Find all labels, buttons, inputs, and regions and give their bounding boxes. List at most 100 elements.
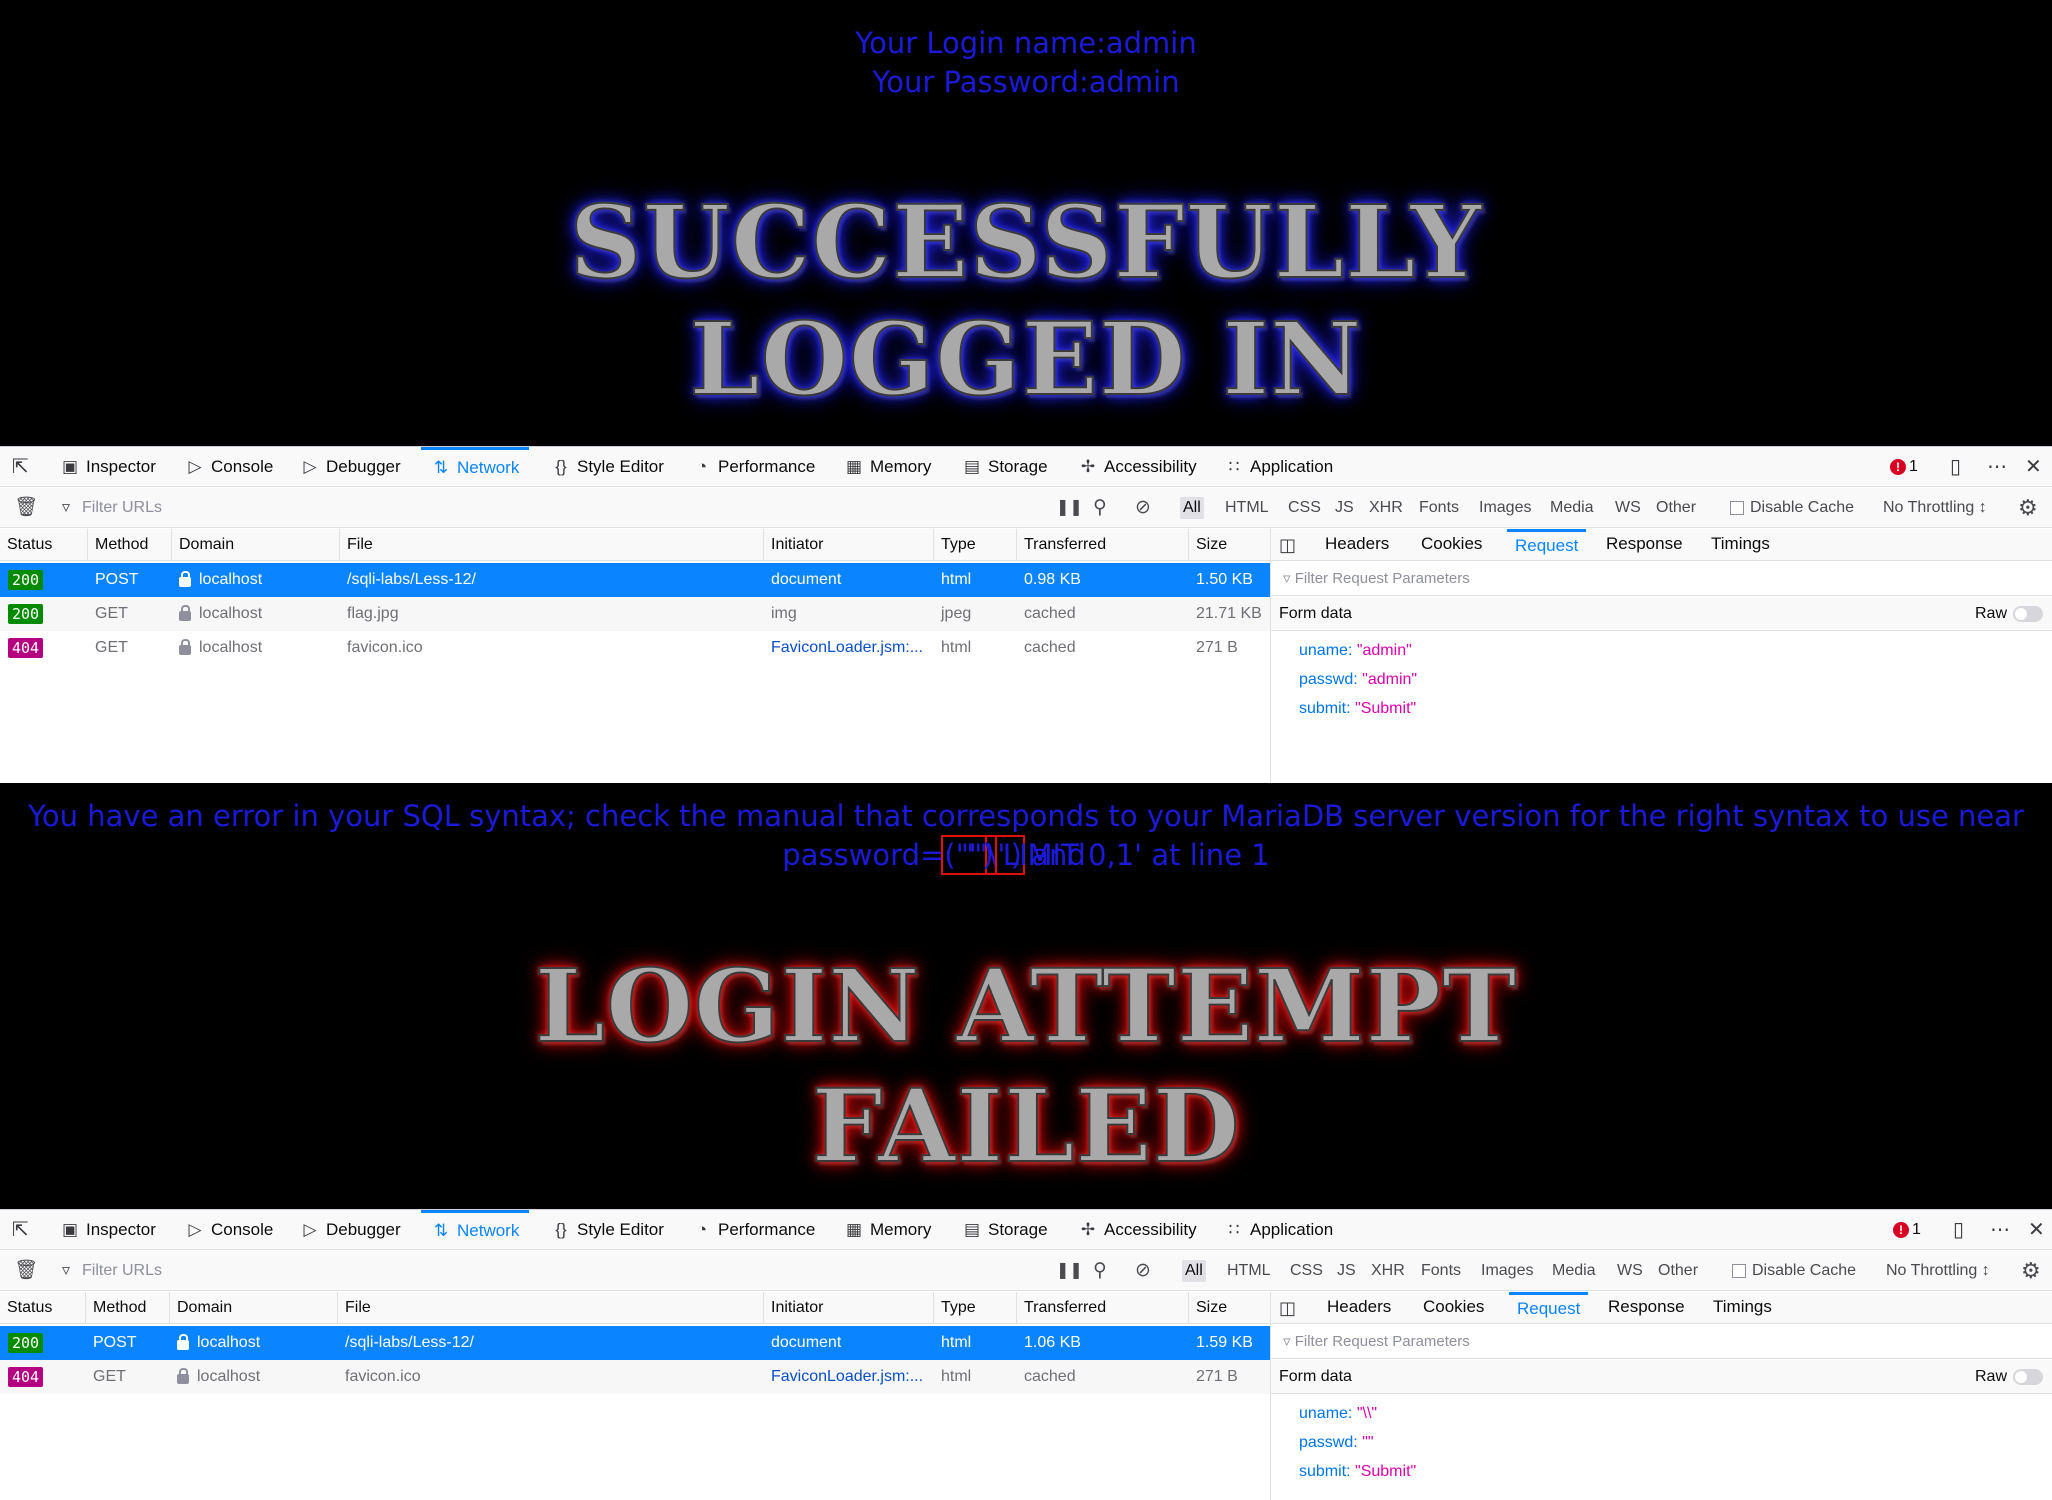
throttling-select[interactable]: No Throttling ↕ bbox=[1886, 1251, 1990, 1291]
filter-type-css[interactable]: CSS bbox=[1287, 1260, 1326, 1282]
filter-type-ws[interactable]: WS bbox=[1614, 1260, 1646, 1282]
filter-type-html[interactable]: HTML bbox=[1222, 497, 1272, 519]
pick-element-icon[interactable]: ⇱ bbox=[12, 1210, 29, 1250]
col-method[interactable]: Method bbox=[85, 1292, 169, 1324]
error-count[interactable]: ! 1 bbox=[1893, 1210, 1921, 1250]
filter-type-fonts[interactable]: Fonts bbox=[1416, 497, 1462, 519]
filter-type-images[interactable]: Images bbox=[1478, 1260, 1536, 1282]
tab-timings[interactable]: Timings bbox=[1711, 529, 1770, 561]
col-transferred[interactable]: Transferred bbox=[1016, 1292, 1188, 1324]
tab-response[interactable]: Response bbox=[1606, 529, 1683, 561]
col-initiator[interactable]: Initiator bbox=[763, 1292, 933, 1324]
tab-memory[interactable]: ▦ Memory bbox=[844, 447, 931, 487]
trash-icon[interactable]: 🗑 bbox=[14, 488, 38, 528]
filter-type-xhr[interactable]: XHR bbox=[1366, 497, 1406, 519]
filter-type-images[interactable]: Images bbox=[1476, 497, 1534, 519]
tab-cookies[interactable]: Cookies bbox=[1421, 529, 1482, 561]
more-icon[interactable]: ⋯ bbox=[1990, 1210, 2010, 1250]
throttling-select[interactable]: No Throttling ↕ bbox=[1883, 488, 1987, 528]
responsive-icon[interactable]: ▯ bbox=[1953, 1210, 1964, 1250]
tab-accessibility[interactable]: ✢ Accessibility bbox=[1078, 1210, 1197, 1250]
raw-toggle[interactable]: Raw bbox=[1975, 597, 2043, 631]
col-file[interactable]: File bbox=[337, 1292, 763, 1324]
col-size[interactable]: Size bbox=[1188, 1292, 1270, 1324]
tab-request[interactable]: Request bbox=[1509, 1292, 1589, 1324]
filter-params-input[interactable]: ▿ Filter Request Parameters bbox=[1271, 1325, 2052, 1359]
tab-inspector[interactable]: ▣ Inspector bbox=[60, 447, 156, 487]
tab-storage[interactable]: ▤ Storage bbox=[962, 447, 1048, 487]
initiator-cell[interactable]: FaviconLoader.jsm:... bbox=[763, 631, 933, 665]
col-transferred[interactable]: Transferred bbox=[1016, 529, 1188, 561]
tab-inspector[interactable]: ▣ Inspector bbox=[60, 1210, 156, 1250]
tab-performance[interactable]: ◔ Performance bbox=[692, 447, 815, 487]
initiator-cell[interactable]: FaviconLoader.jsm:... bbox=[763, 1360, 933, 1394]
panel-toggle-icon[interactable]: ◫ bbox=[1279, 1288, 1296, 1328]
filter-type-other[interactable]: Other bbox=[1653, 497, 1699, 519]
filter-type-all[interactable]: All bbox=[1182, 1260, 1206, 1282]
tab-storage[interactable]: ▤ Storage bbox=[962, 1210, 1048, 1250]
filter-type-other[interactable]: Other bbox=[1655, 1260, 1701, 1282]
col-type[interactable]: Type bbox=[933, 529, 1016, 561]
table-row[interactable]: 200 POST localhost /sqli-labs/Less-12/ d… bbox=[0, 563, 1270, 597]
filter-type-html[interactable]: HTML bbox=[1224, 1260, 1274, 1282]
tab-style-editor[interactable]: {} Style Editor bbox=[551, 447, 664, 487]
error-count[interactable]: ! 1 bbox=[1890, 447, 1918, 487]
trash-icon[interactable]: 🗑 bbox=[14, 1251, 38, 1291]
filter-type-xhr[interactable]: XHR bbox=[1368, 1260, 1408, 1282]
table-row[interactable]: 404 GET localhost favicon.ico FaviconLoa… bbox=[0, 1360, 1270, 1394]
search-icon[interactable]: ⚲ bbox=[1093, 488, 1107, 528]
filter-type-media[interactable]: Media bbox=[1547, 497, 1597, 519]
table-row[interactable]: 200 POST localhost /sqli-labs/Less-12/ d… bbox=[0, 1326, 1270, 1360]
tab-debugger[interactable]: ▷ Debugger bbox=[300, 447, 400, 487]
close-icon[interactable]: ✕ bbox=[2025, 447, 2042, 487]
settings-icon[interactable]: ⚙ bbox=[2018, 488, 2038, 528]
tab-headers[interactable]: Headers bbox=[1327, 1292, 1391, 1324]
col-initiator[interactable]: Initiator bbox=[763, 529, 933, 561]
disable-cache-checkbox[interactable]: Disable Cache bbox=[1732, 1251, 1856, 1291]
col-domain[interactable]: Domain bbox=[169, 1292, 337, 1324]
settings-icon[interactable]: ⚙ bbox=[2021, 1251, 2041, 1291]
col-size[interactable]: Size bbox=[1188, 529, 1270, 561]
col-file[interactable]: File bbox=[339, 529, 763, 561]
panel-toggle-icon[interactable]: ◫ bbox=[1279, 525, 1296, 565]
filter-urls-input[interactable]: Filter URLs bbox=[82, 1251, 1022, 1291]
tab-request[interactable]: Request bbox=[1507, 529, 1587, 561]
pause-icon[interactable]: ❚❚ bbox=[1056, 1251, 1083, 1291]
tab-style-editor[interactable]: {} Style Editor bbox=[551, 1210, 664, 1250]
tab-console[interactable]: ▷ Console bbox=[185, 447, 273, 487]
table-row[interactable]: 200 GET localhost flag.jpg img jpeg cach… bbox=[0, 597, 1270, 631]
filter-type-media[interactable]: Media bbox=[1549, 1260, 1599, 1282]
tab-response[interactable]: Response bbox=[1608, 1292, 1685, 1324]
tab-network[interactable]: ⇅ Network bbox=[421, 1210, 530, 1250]
close-icon[interactable]: ✕ bbox=[2028, 1210, 2045, 1250]
block-icon[interactable]: ⊘ bbox=[1135, 1251, 1151, 1291]
raw-toggle[interactable]: Raw bbox=[1975, 1360, 2043, 1394]
filter-type-js[interactable]: JS bbox=[1332, 497, 1357, 519]
filter-params-input[interactable]: ▿ Filter Request Parameters bbox=[1271, 562, 2052, 596]
table-row[interactable]: 404 GET localhost favicon.ico FaviconLoa… bbox=[0, 631, 1270, 665]
filter-type-all[interactable]: All bbox=[1180, 497, 1204, 519]
tab-debugger[interactable]: ▷ Debugger bbox=[300, 1210, 400, 1250]
tab-accessibility[interactable]: ✢ Accessibility bbox=[1078, 447, 1197, 487]
disable-cache-checkbox[interactable]: Disable Cache bbox=[1730, 488, 1854, 528]
filter-type-ws[interactable]: WS bbox=[1612, 497, 1644, 519]
col-status[interactable]: Status bbox=[0, 529, 87, 561]
filter-urls-input[interactable]: Filter URLs bbox=[82, 488, 1022, 528]
col-domain[interactable]: Domain bbox=[171, 529, 339, 561]
tab-timings[interactable]: Timings bbox=[1713, 1292, 1772, 1324]
filter-type-css[interactable]: CSS bbox=[1285, 497, 1324, 519]
search-icon[interactable]: ⚲ bbox=[1093, 1251, 1107, 1291]
col-status[interactable]: Status bbox=[0, 1292, 85, 1324]
tab-application[interactable]: ∷ Application bbox=[1224, 447, 1334, 487]
tab-headers[interactable]: Headers bbox=[1325, 529, 1389, 561]
tab-memory[interactable]: ▦ Memory bbox=[844, 1210, 931, 1250]
tab-application[interactable]: ∷ Application bbox=[1224, 1210, 1334, 1250]
tab-network[interactable]: ⇅ Network bbox=[421, 447, 530, 487]
responsive-icon[interactable]: ▯ bbox=[1950, 447, 1961, 487]
more-icon[interactable]: ⋯ bbox=[1987, 447, 2007, 487]
filter-type-js[interactable]: JS bbox=[1334, 1260, 1359, 1282]
filter-type-fonts[interactable]: Fonts bbox=[1418, 1260, 1464, 1282]
col-method[interactable]: Method bbox=[87, 529, 171, 561]
pause-icon[interactable]: ❚❚ bbox=[1056, 488, 1083, 528]
tab-console[interactable]: ▷ Console bbox=[185, 1210, 273, 1250]
